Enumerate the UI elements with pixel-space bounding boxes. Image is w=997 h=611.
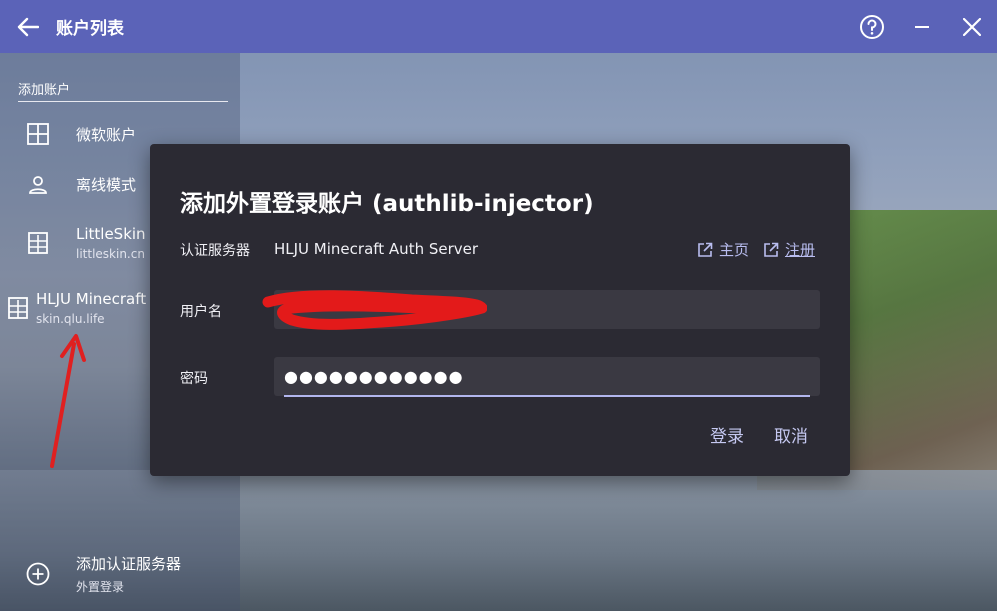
- close-button[interactable]: [947, 0, 997, 53]
- help-icon: [860, 14, 884, 39]
- register-link[interactable]: 注册: [763, 239, 815, 260]
- person-icon: [29, 175, 47, 194]
- minimize-icon: [915, 25, 929, 28]
- sidebar-item-label: 微软账户: [76, 125, 137, 144]
- password-field[interactable]: [274, 357, 820, 397]
- back-button[interactable]: [0, 0, 56, 53]
- sidebar-item-microsoft[interactable]: 微软账户: [0, 123, 240, 145]
- login-button[interactable]: 登录: [710, 422, 744, 447]
- sidebar-heading: 添加账户: [18, 79, 228, 102]
- server-label: 认证服务器: [180, 243, 250, 259]
- sidebar-item-label: 离线模式: [76, 176, 137, 194]
- red-arrow-annotation: [50, 334, 86, 468]
- minimize-button[interactable]: [897, 0, 947, 53]
- add-account-dialog: 添加外置登录账户 (authlib-injector) 认证服务器 HLJU M…: [150, 144, 850, 476]
- close-icon: [963, 17, 981, 36]
- redaction-scribble: [262, 290, 487, 330]
- register-link-label: 注册: [784, 241, 815, 259]
- sidebar-item-sublabel: littleskin.cn: [76, 247, 145, 261]
- server-icon: [8, 297, 28, 319]
- microsoft-icon: [27, 123, 49, 145]
- username-label: 用户名: [180, 304, 222, 320]
- arrow-left-icon: [17, 17, 39, 36]
- server-icon: [28, 232, 48, 254]
- server-name: HLJU Minecraft Auth Server: [274, 240, 479, 258]
- password-input[interactable]: [274, 357, 820, 396]
- add-auth-server-button[interactable]: 添加认证服务器 外置登录: [0, 553, 240, 595]
- help-button[interactable]: [847, 0, 897, 53]
- external-link-icon: [698, 242, 713, 257]
- external-link-icon: [764, 242, 779, 257]
- password-label: 密码: [180, 371, 208, 387]
- homepage-link-label: 主页: [718, 241, 749, 259]
- add-auth-server-sublabel: 外置登录: [76, 580, 125, 594]
- title-bar: 账户列表: [0, 0, 997, 53]
- add-circle-icon: [26, 562, 50, 586]
- window-title: 账户列表: [56, 19, 124, 39]
- dialog-title: 添加外置登录账户 (authlib-injector): [180, 191, 594, 217]
- add-auth-server-label: 添加认证服务器: [76, 555, 182, 573]
- cancel-button[interactable]: 取消: [774, 422, 808, 447]
- sidebar-item-label: LittleSkin: [76, 225, 146, 243]
- homepage-link[interactable]: 主页: [697, 239, 749, 260]
